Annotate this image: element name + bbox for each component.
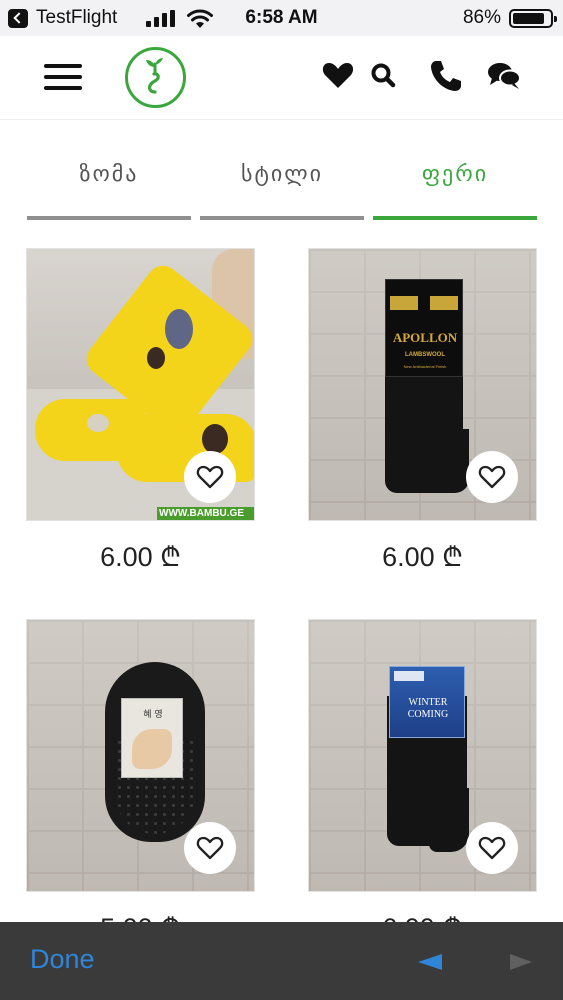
favorite-button[interactable] xyxy=(184,451,236,503)
heart-outline-icon xyxy=(196,836,224,860)
tab-size-indicator xyxy=(27,216,191,220)
chat-icon[interactable] xyxy=(486,58,522,94)
favorite-button[interactable] xyxy=(184,822,236,874)
tag-brand: APOLLON xyxy=(392,330,458,345)
done-button[interactable]: Done xyxy=(30,944,95,975)
heart-outline-icon xyxy=(478,465,506,489)
search-icon[interactable] xyxy=(366,58,402,94)
product-image[interactable]: WINTER COMING xyxy=(308,619,537,892)
product-card[interactable]: 혜 영 5.00 ₾ xyxy=(26,619,255,945)
tag-text: 혜 영 xyxy=(143,710,163,720)
next-arrow-icon[interactable] xyxy=(510,954,532,970)
favorite-button[interactable] xyxy=(466,822,518,874)
browser-toolbar: Done xyxy=(0,922,563,1000)
watermark-text: WWW.BAMBU.GE xyxy=(159,508,244,519)
heart-outline-icon xyxy=(478,836,506,860)
product-image[interactable]: WWW.BAMBU.GE xyxy=(26,248,255,521)
tab-color[interactable]: ფერი xyxy=(373,150,537,220)
tab-style-indicator xyxy=(200,216,364,220)
tab-color-indicator xyxy=(373,216,537,220)
battery-percentage: 86% xyxy=(462,7,501,28)
product-tag: 혜 영 xyxy=(121,698,183,778)
tag-small-text: New Antibacterial Finish xyxy=(403,364,447,369)
filter-tabs: ზომა სტილი ფერი xyxy=(27,150,537,220)
previous-arrow-icon[interactable] xyxy=(418,954,442,970)
tag-subtitle: LAMBSWOOL xyxy=(405,352,445,358)
tab-style[interactable]: სტილი xyxy=(200,150,364,220)
product-tag: WINTER COMING xyxy=(389,666,465,738)
app-header xyxy=(0,36,563,120)
status-bar: TestFlight 6:58 AM 86% xyxy=(0,0,563,36)
heart-outline-icon xyxy=(196,465,224,489)
phone-icon[interactable] xyxy=(428,58,464,94)
product-card[interactable]: APOLLON LAMBSWOOL New Antibacterial Fini… xyxy=(308,248,537,574)
product-tag: APOLLON LAMBSWOOL New Antibacterial Fini… xyxy=(385,279,463,377)
tab-style-label: სტილი xyxy=(240,162,324,187)
product-card[interactable]: WWW.BAMBU.GE 6.00 ₾ xyxy=(26,248,255,574)
product-price: 6.00 ₾ xyxy=(100,542,181,572)
battery-icon xyxy=(509,9,557,28)
product-image[interactable]: 혜 영 xyxy=(26,619,255,892)
favorite-button[interactable] xyxy=(466,451,518,503)
product-card[interactable]: WINTER COMING 6.00 ₾ xyxy=(308,619,537,945)
product-image[interactable]: APOLLON LAMBSWOOL New Antibacterial Fini… xyxy=(308,248,537,521)
tab-size[interactable]: ზომა xyxy=(27,150,191,220)
hamburger-icon[interactable] xyxy=(44,62,82,92)
tag-text: WINTER COMING xyxy=(407,697,449,720)
product-price: 6.00 ₾ xyxy=(382,542,463,572)
heart-icon[interactable] xyxy=(320,58,356,94)
tab-size-label: ზომა xyxy=(79,162,139,187)
sprout-logo-icon[interactable] xyxy=(125,47,186,108)
tab-color-label: ფერი xyxy=(421,162,489,187)
